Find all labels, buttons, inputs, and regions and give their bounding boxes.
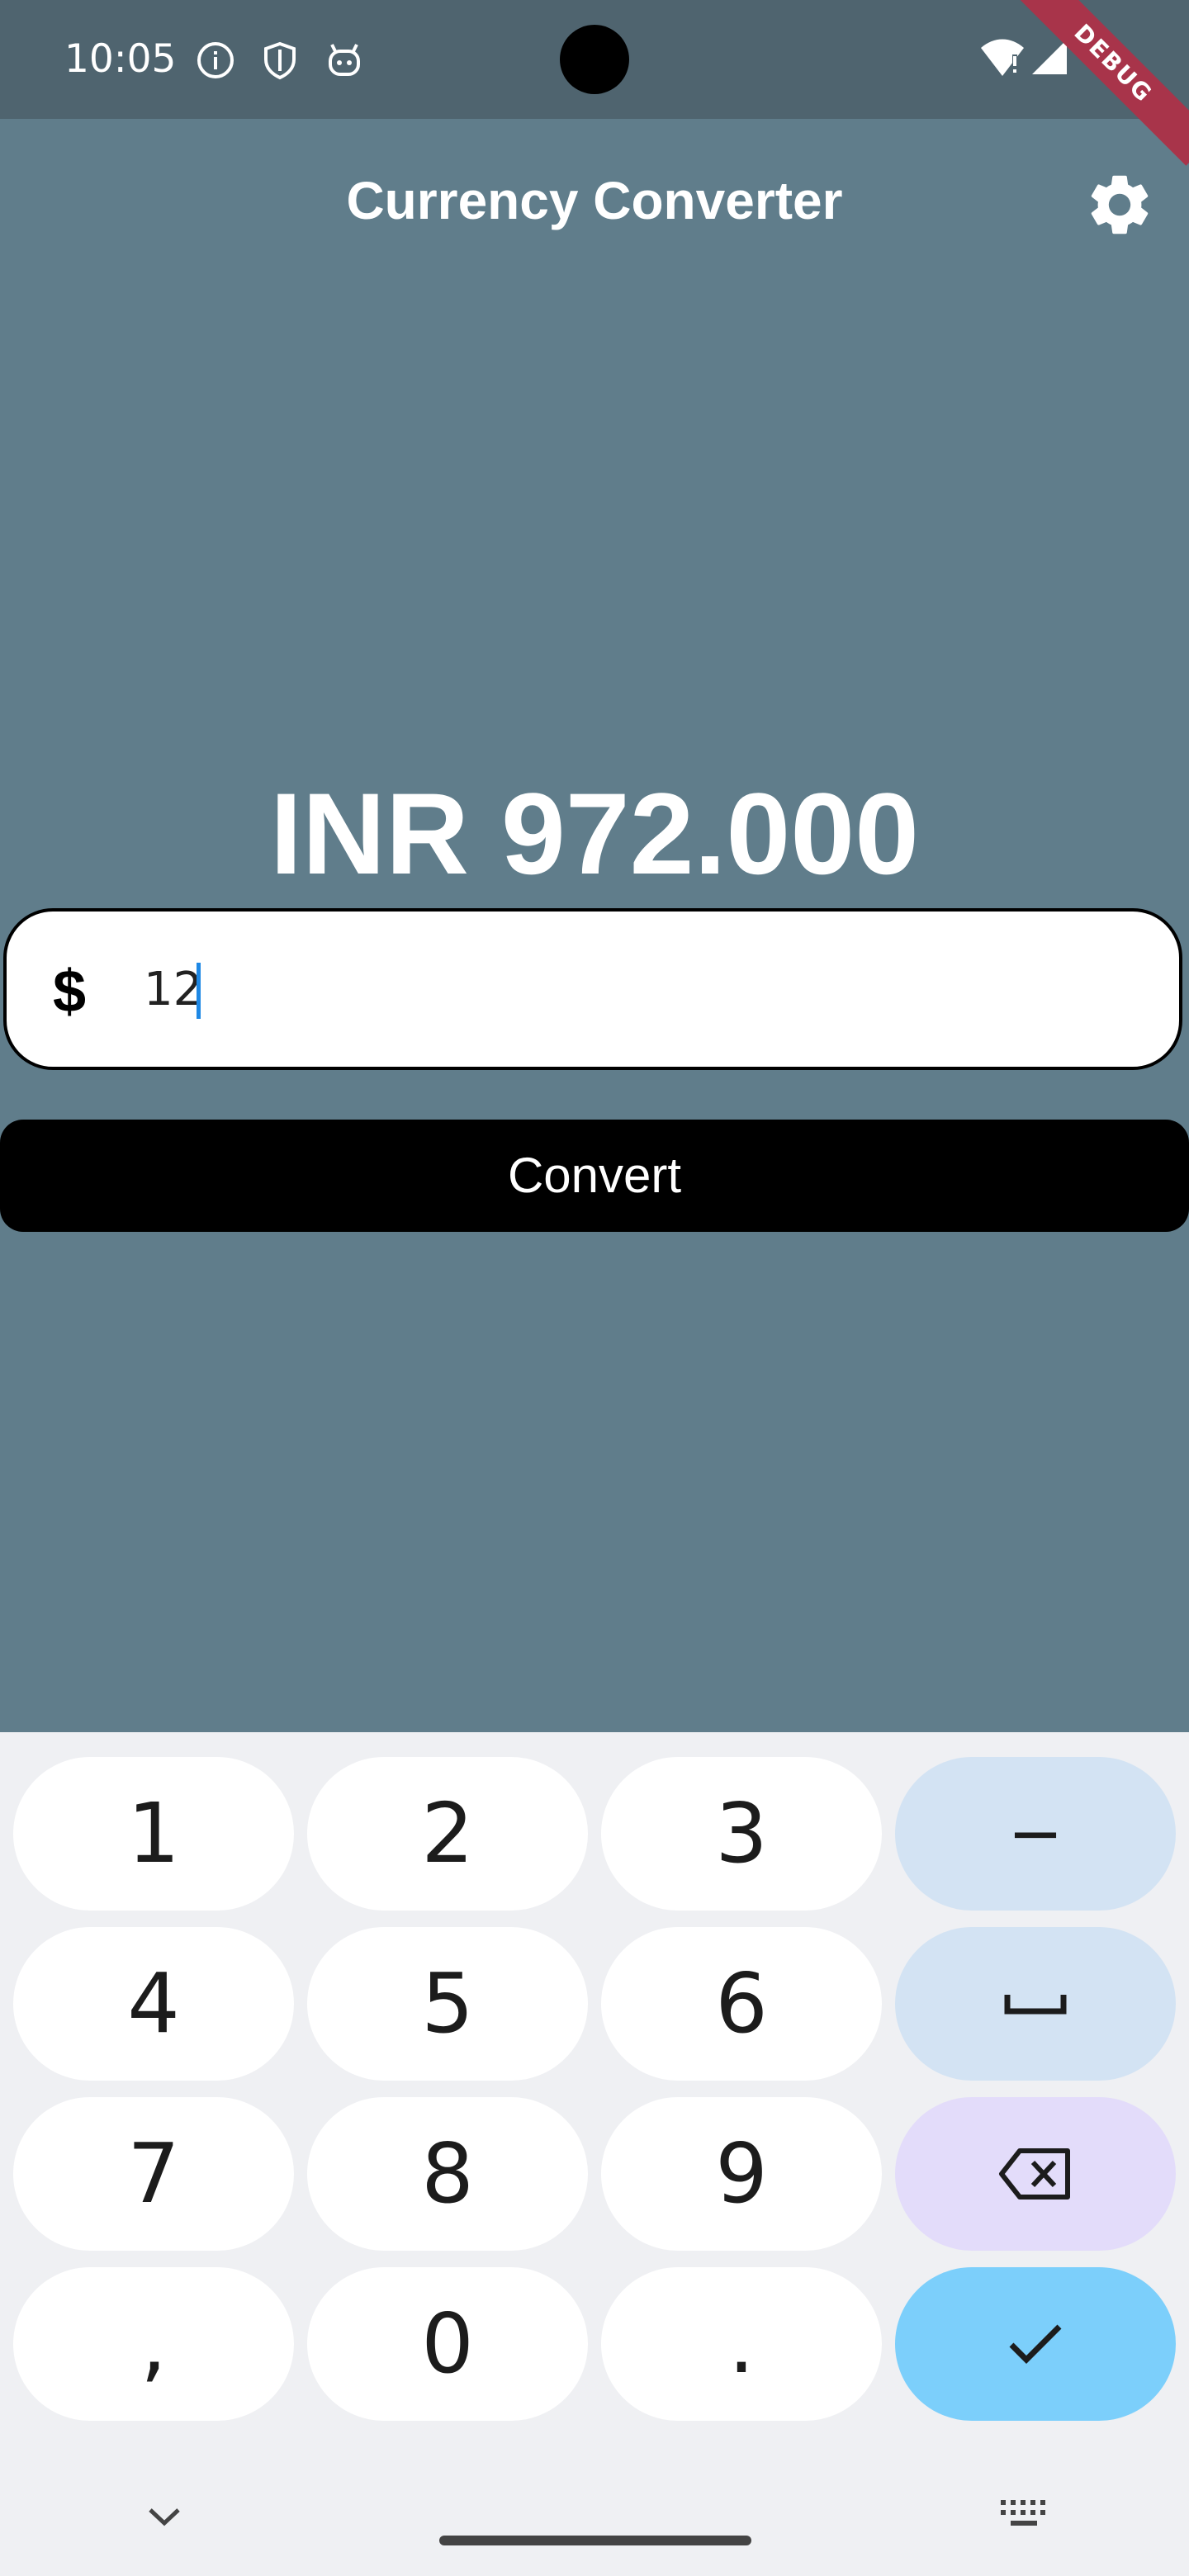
key-dot[interactable]: .	[601, 2267, 882, 2421]
camera-cutout	[560, 25, 629, 94]
text-caret	[197, 963, 201, 1019]
key-5[interactable]: 5	[307, 1927, 588, 2081]
amount-input[interactable]: $ 12	[3, 908, 1182, 1070]
key-0[interactable]: 0	[307, 2267, 588, 2421]
conversion-result: INR 972.000	[269, 769, 920, 898]
key-minus[interactable]: −	[895, 1757, 1176, 1911]
key-3[interactable]: 3	[601, 1757, 882, 1911]
key-2[interactable]: 2	[307, 1757, 588, 1911]
gear-icon[interactable]	[1083, 168, 1156, 241]
app-bar: Currency Converter	[0, 119, 1189, 284]
robot-icon	[329, 44, 360, 76]
key-space[interactable]	[895, 1927, 1176, 2081]
info-icon	[197, 42, 234, 78]
checkmark-icon	[1009, 2324, 1062, 2364]
key-backspace[interactable]	[895, 2097, 1176, 2251]
amount-value: 12	[144, 963, 203, 1016]
key-9[interactable]: 9	[601, 2097, 882, 2251]
key-8[interactable]: 8	[307, 2097, 588, 2251]
home-indicator[interactable]	[439, 2536, 751, 2545]
shield-icon	[264, 41, 296, 80]
key-4[interactable]: 4	[13, 1927, 294, 2081]
status-time: 10:05	[64, 36, 177, 82]
key-comma[interactable]: ,	[13, 2267, 294, 2421]
status-bar: 10:05 DEBUG	[0, 0, 1189, 166]
key-1[interactable]: 1	[13, 1757, 294, 1911]
keyboard-icon[interactable]	[999, 2498, 1049, 2531]
key-6[interactable]: 6	[601, 1927, 882, 2081]
numeric-keyboard: 1 2 3 − 4 5 6 7 8 9 , 0 .	[0, 1732, 1189, 2576]
wifi-icon	[981, 39, 1024, 76]
backspace-icon	[999, 2148, 1070, 2200]
key-7[interactable]: 7	[13, 2097, 294, 2251]
chevron-down-icon[interactable]	[147, 2505, 182, 2528]
space-bar-icon	[1004, 1995, 1067, 2015]
key-done[interactable]	[895, 2267, 1176, 2421]
page-title: Currency Converter	[346, 171, 843, 230]
dollar-icon: $	[53, 959, 87, 1025]
convert-button[interactable]: Convert	[0, 1120, 1189, 1232]
